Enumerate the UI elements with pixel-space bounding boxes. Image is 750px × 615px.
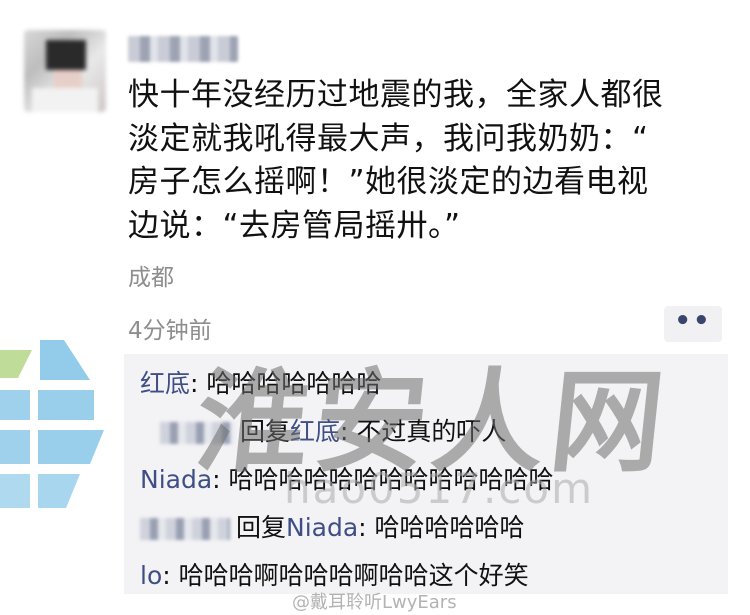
weibo-watermark: @戴耳聆听LwyEars — [292, 592, 457, 613]
comment-author-blurred[interactable] — [140, 518, 230, 540]
comment-row[interactable]: 回复Niada: 哈哈哈哈哈哈 — [140, 508, 525, 544]
avatar[interactable] — [24, 30, 106, 112]
comment-sep: : — [358, 513, 375, 542]
comment-text: 哈哈哈啊哈哈哈啊哈哈这个好笑 — [178, 561, 529, 590]
watermark-logo-icon — [0, 340, 104, 508]
reply-word: 回复 — [236, 513, 287, 542]
post-line: 房子怎么摇啊！”她很淡定的边看电视 — [128, 164, 649, 200]
comment-author[interactable]: 红底 — [140, 369, 190, 398]
comment-sep: : — [162, 561, 179, 590]
post-line: 边说：“去房管局摇卅。” — [128, 207, 461, 244]
username-blurred[interactable] — [128, 36, 238, 62]
watermark-url: hao0517.com — [284, 464, 594, 513]
reply-target[interactable]: Niada — [286, 513, 358, 542]
comment-author[interactable]: lo — [140, 561, 162, 590]
post-location[interactable]: 成都 — [128, 258, 174, 292]
post-line: 淡定就我吼得最大声，我问我奶奶：“ — [128, 120, 649, 157]
post-text: 快十年没经历过地震的我，全家人都很 淡定就我吼得最大声，我问我奶奶：“ 房子怎么… — [128, 74, 728, 248]
comment-row[interactable]: lo: 哈哈哈啊哈哈哈啊哈哈这个好笑 — [140, 556, 529, 592]
post-line: 快十年没经历过地震的我，全家人都很 — [128, 77, 664, 113]
comment-text: 哈哈哈哈哈哈 — [374, 513, 525, 542]
post-time: 4分钟前 — [128, 318, 212, 344]
more-dots-icon: •• — [674, 306, 712, 336]
